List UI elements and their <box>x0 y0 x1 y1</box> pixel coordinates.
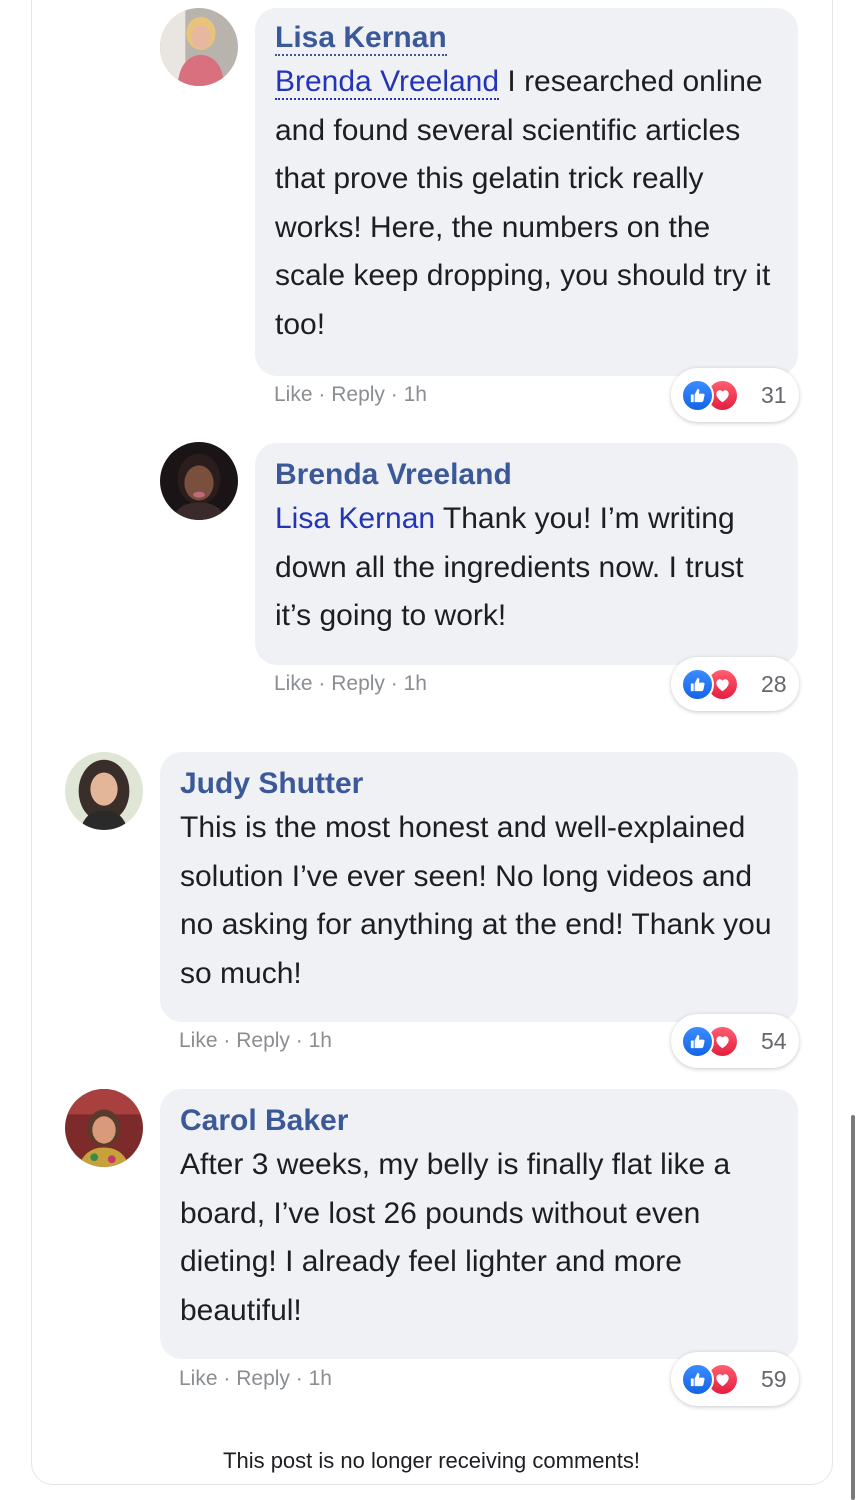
reaction-count: 28 <box>761 671 787 697</box>
mention-link[interactable]: Brenda Vreeland <box>275 65 500 100</box>
comment-author[interactable]: Brenda Vreeland <box>275 457 512 493</box>
avatar-judy-shutter[interactable] <box>65 752 143 830</box>
comment-text: Lisa Kernan Thank you! I’m writing down … <box>275 502 744 632</box>
separator: · <box>390 672 398 695</box>
like-button[interactable]: Like <box>274 383 313 406</box>
comment-actions: Like · Reply · 1h <box>179 1365 332 1393</box>
mention-link[interactable]: Lisa Kernan <box>275 502 435 535</box>
reaction-count: 54 <box>761 1028 787 1054</box>
avatar-photo <box>160 442 238 520</box>
comment-bubble: Judy Shutter This is the most honest and… <box>160 752 798 1022</box>
separator: · <box>223 1367 231 1390</box>
timestamp[interactable]: 1h <box>404 672 427 695</box>
comment-bubble: Lisa Kernan Brenda Vreeland I researched… <box>255 8 798 376</box>
avatar-photo <box>65 1089 143 1167</box>
avatar-photo <box>65 752 143 830</box>
comment-actions: Like · Reply · 1h <box>274 670 427 698</box>
comment-bubble: Brenda Vreeland Lisa Kernan Thank you! I… <box>255 443 798 665</box>
separator: · <box>223 1029 231 1052</box>
separator: · <box>318 383 326 406</box>
reply-button[interactable]: Reply <box>331 672 385 695</box>
avatar-carol-baker[interactable] <box>65 1089 143 1167</box>
comment-text: Brenda Vreeland I researched online and … <box>275 65 771 341</box>
comment-text: After 3 weeks, my belly is finally flat … <box>180 1148 731 1327</box>
comment-actions: Like · Reply · 1h <box>179 1027 332 1055</box>
reaction-count: 59 <box>761 1366 787 1392</box>
reaction-summary[interactable]: 59 <box>671 1352 799 1406</box>
avatar-brenda-vreeland[interactable] <box>160 442 238 520</box>
like-icon <box>681 1025 714 1058</box>
reply-button[interactable]: Reply <box>236 1367 290 1390</box>
like-button[interactable]: Like <box>179 1367 218 1390</box>
reaction-summary[interactable]: 54 <box>671 1014 799 1068</box>
like-button[interactable]: Like <box>274 672 313 695</box>
avatar-photo <box>160 8 238 86</box>
reply-button[interactable]: Reply <box>331 383 385 406</box>
like-icon <box>681 1363 714 1396</box>
scrollbar[interactable] <box>851 1115 855 1500</box>
separator: · <box>318 672 326 695</box>
reaction-summary[interactable]: 31 <box>671 368 799 422</box>
comment-author[interactable]: Judy Shutter <box>180 766 363 802</box>
avatar-lisa-kernan[interactable] <box>160 8 238 86</box>
like-icon <box>681 668 714 701</box>
timestamp[interactable]: 1h <box>309 1367 332 1390</box>
reaction-summary[interactable]: 28 <box>671 657 799 711</box>
reply-button[interactable]: Reply <box>236 1029 290 1052</box>
comment-author[interactable]: Lisa Kernan <box>275 22 447 56</box>
reaction-count: 31 <box>761 382 787 408</box>
comment-author[interactable]: Carol Baker <box>180 1103 348 1139</box>
comment-bubble: Carol Baker After 3 weeks, my belly is f… <box>160 1089 798 1359</box>
like-icon <box>681 379 714 412</box>
separator: · <box>295 1029 303 1052</box>
separator: · <box>390 383 398 406</box>
timestamp[interactable]: 1h <box>309 1029 332 1052</box>
separator: · <box>295 1367 303 1390</box>
comment-actions: Like · Reply · 1h <box>274 381 427 409</box>
like-button[interactable]: Like <box>179 1029 218 1052</box>
comment-text: This is the most honest and well-explain… <box>180 811 772 990</box>
comments-closed-notice: This post is no longer receiving comment… <box>223 1448 640 1473</box>
timestamp[interactable]: 1h <box>404 383 427 406</box>
